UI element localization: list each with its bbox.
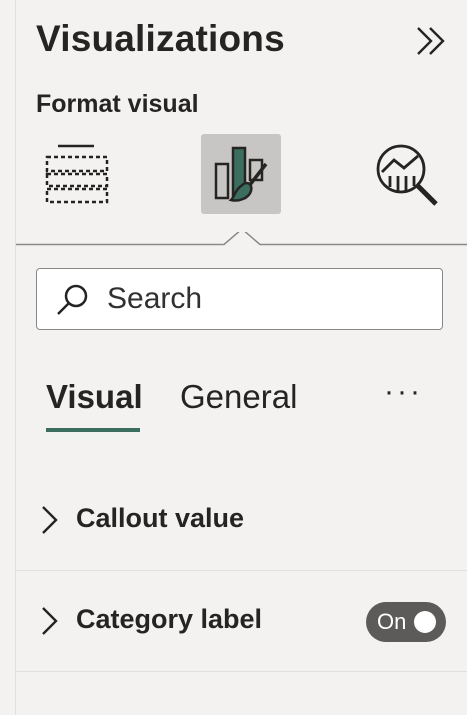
callout-value-section[interactable]: Callout value — [16, 470, 467, 571]
more-options-button[interactable]: ··· — [384, 377, 423, 407]
tab-visual[interactable]: Visual — [46, 378, 143, 416]
left-border — [0, 0, 16, 715]
section-subtitle: Format visual — [36, 90, 199, 118]
search-icon — [57, 284, 88, 315]
search-box[interactable] — [36, 268, 443, 330]
collapse-pane-button[interactable] — [414, 24, 448, 58]
search-input[interactable] — [107, 279, 427, 319]
analytics-icon — [376, 144, 438, 206]
active-tab-indicator — [46, 428, 140, 432]
category-label-label: Category label — [76, 604, 263, 634]
tab-indicator-divider — [16, 232, 467, 246]
chevron-right-icon — [42, 506, 58, 534]
toggle-state-text: On — [377, 609, 407, 634]
fields-icon — [45, 144, 109, 204]
chevron-right-icon — [42, 607, 58, 635]
pane-title: Visualizations — [36, 18, 285, 59]
build-visual-tab[interactable] — [44, 142, 110, 208]
visualizations-pane: Visualizations Format visual Search Visu… — [16, 0, 467, 715]
double-chevron-right-icon — [417, 27, 445, 55]
format-visual-tab[interactable] — [201, 134, 281, 214]
category-label-section[interactable]: Category label On — [16, 571, 467, 672]
tab-general[interactable]: General — [180, 378, 297, 416]
format-paintbrush-icon — [214, 146, 268, 202]
analytics-tab[interactable] — [374, 142, 442, 210]
toggle-knob — [414, 611, 436, 633]
callout-value-label: Callout value — [76, 503, 245, 533]
category-label-toggle[interactable]: On — [366, 602, 446, 642]
